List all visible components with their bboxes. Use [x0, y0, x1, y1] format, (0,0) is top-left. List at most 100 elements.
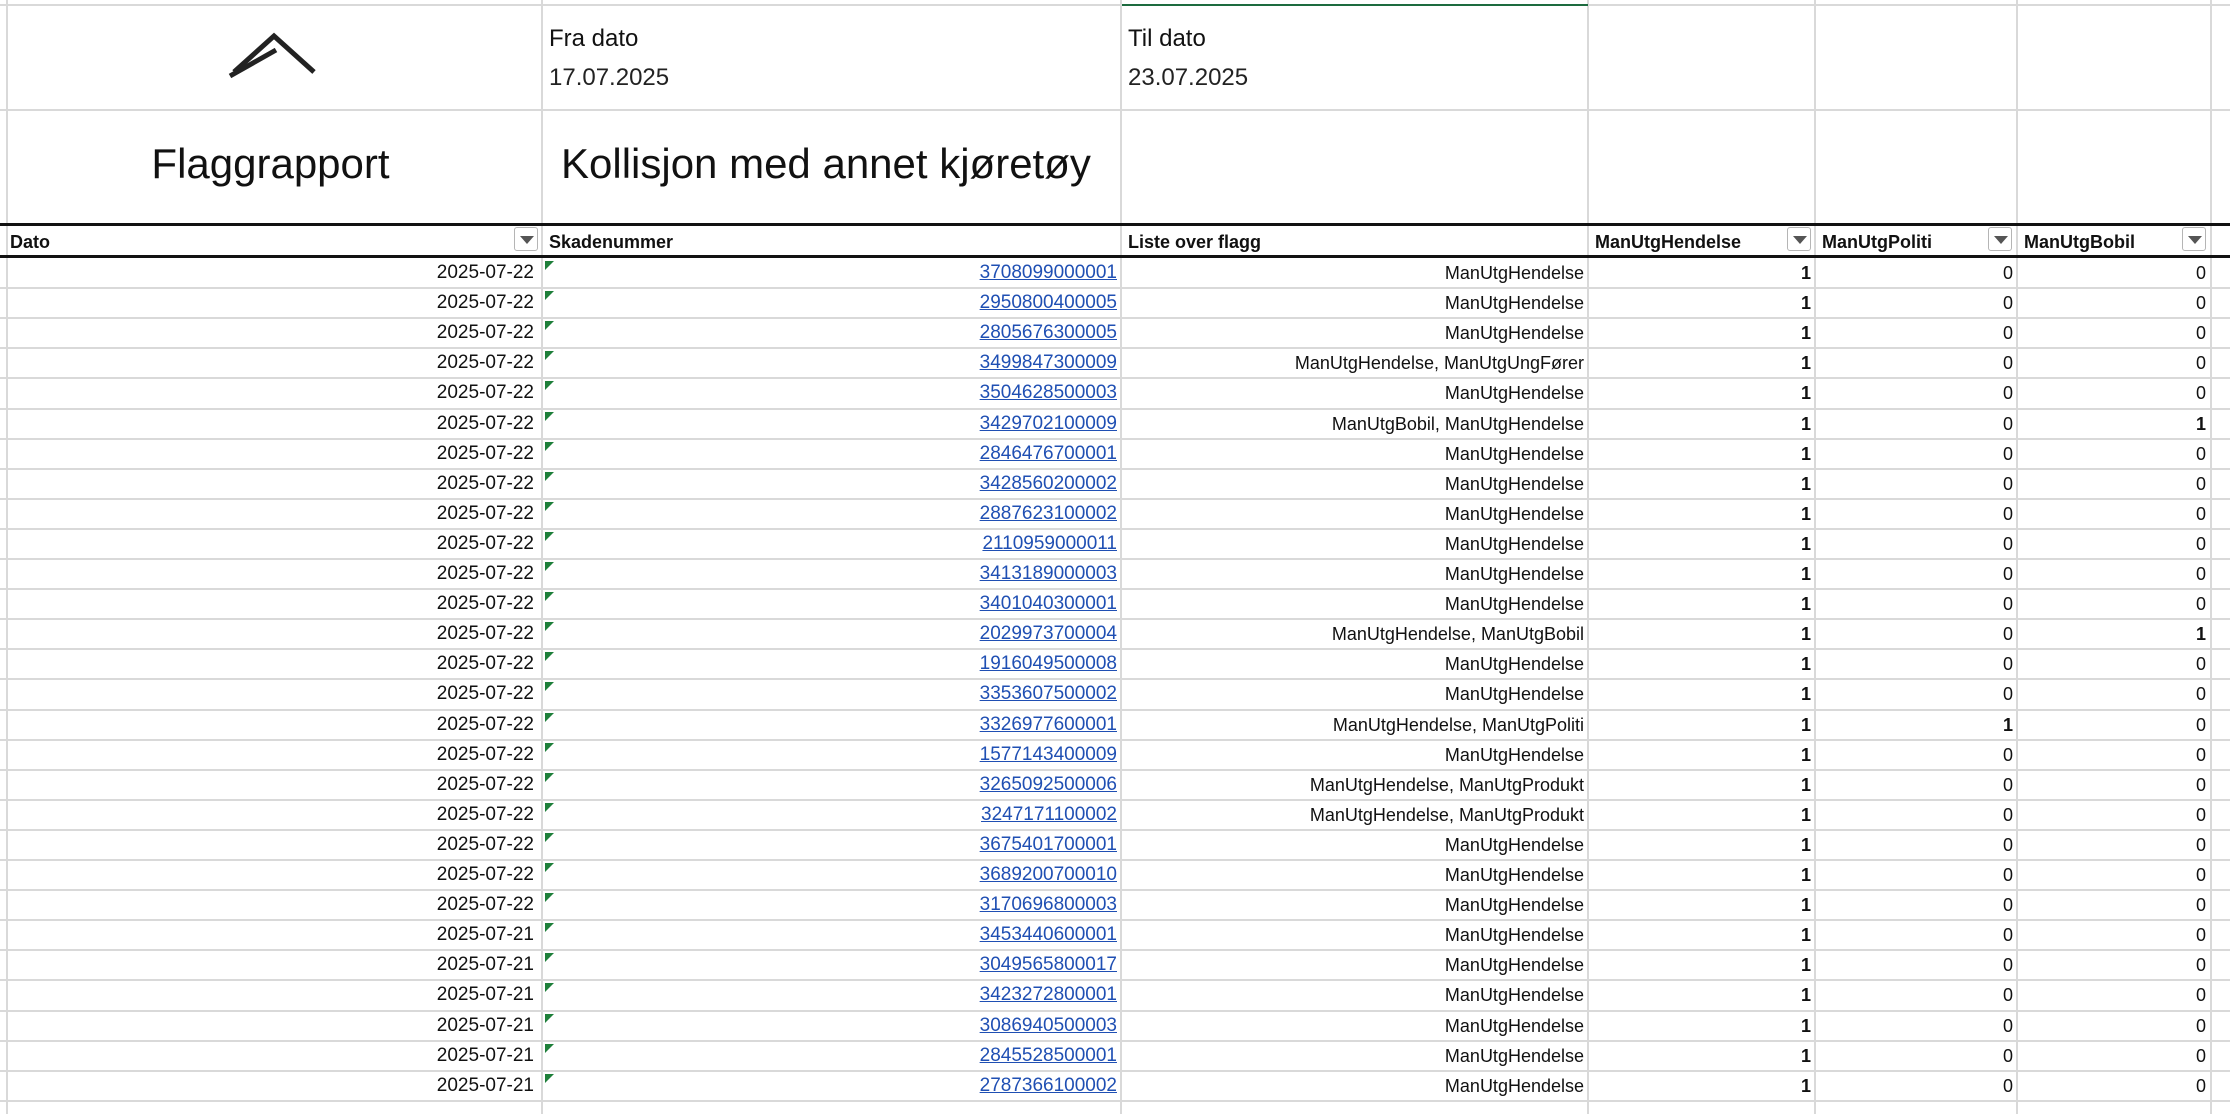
cell-manutgpoliti[interactable]: 0: [1816, 258, 2013, 288]
cell-date[interactable]: 2025-07-22: [0, 499, 538, 529]
cell-claim[interactable]: 3086940500003: [543, 1011, 1117, 1041]
cell-manutgbobil[interactable]: 0: [2018, 950, 2206, 980]
cell-manutgpoliti[interactable]: 0: [1816, 439, 2013, 469]
cell-flags[interactable]: ManUtgHendelse, ManUtgProdukt: [1122, 770, 1584, 800]
cell-claim[interactable]: 3675401700001: [543, 830, 1117, 860]
cell-date[interactable]: 2025-07-22: [0, 830, 538, 860]
column-header-skadenummer[interactable]: Skadenummer: [545, 229, 673, 255]
cell-manutgpoliti[interactable]: 0: [1816, 920, 2013, 950]
cell-manutgpoliti[interactable]: 0: [1816, 1011, 2013, 1041]
cell-date[interactable]: 2025-07-22: [0, 860, 538, 890]
claim-link[interactable]: 3049565800017: [980, 954, 1117, 975]
cell-claim[interactable]: 3247171100002: [543, 800, 1117, 830]
cell-claim[interactable]: 2805676300005: [543, 318, 1117, 348]
cell-manutghendelse[interactable]: 1: [1589, 710, 1811, 740]
cell-date[interactable]: 2025-07-21: [0, 1011, 538, 1041]
cell-claim[interactable]: 2029973700004: [543, 619, 1117, 649]
claim-link[interactable]: 2805676300005: [980, 322, 1117, 343]
cell-manutgbobil[interactable]: 0: [2018, 1011, 2206, 1041]
cell-flags[interactable]: ManUtgHendelse: [1122, 920, 1584, 950]
cell-manutgbobil[interactable]: 0: [2018, 770, 2206, 800]
cell-manutgbobil[interactable]: 0: [2018, 1071, 2206, 1101]
claim-link[interactable]: 2029973700004: [980, 623, 1117, 644]
cell-flags[interactable]: ManUtgHendelse: [1122, 1041, 1584, 1071]
claim-link[interactable]: 2787366100002: [980, 1075, 1117, 1096]
cell-flags[interactable]: ManUtgHendelse, ManUtgUngFører: [1122, 348, 1584, 378]
cell-flags[interactable]: ManUtgBobil, ManUtgHendelse: [1122, 409, 1584, 439]
claim-link[interactable]: 3413189000003: [980, 563, 1117, 584]
cell-date[interactable]: 2025-07-22: [0, 559, 538, 589]
cell-manutgbobil[interactable]: 0: [2018, 860, 2206, 890]
cell-manutghendelse[interactable]: 1: [1589, 1071, 1811, 1101]
cell-manutghendelse[interactable]: 1: [1589, 589, 1811, 619]
cell-claim[interactable]: 3401040300001: [543, 589, 1117, 619]
cell-date[interactable]: 2025-07-22: [0, 800, 538, 830]
claim-link[interactable]: 3453440600001: [980, 924, 1117, 945]
cell-manutgbobil[interactable]: 1: [2018, 409, 2206, 439]
cell-manutgbobil[interactable]: 0: [2018, 1041, 2206, 1071]
cell-flags[interactable]: ManUtgHendelse: [1122, 1071, 1584, 1101]
claim-link[interactable]: 1577143400009: [980, 744, 1117, 765]
claim-link[interactable]: 3247171100002: [981, 804, 1117, 825]
cell-claim[interactable]: 3504628500003: [543, 378, 1117, 408]
cell-manutghendelse[interactable]: 1: [1589, 559, 1811, 589]
cell-manutghendelse[interactable]: 1: [1589, 830, 1811, 860]
cell-claim[interactable]: 3265092500006: [543, 770, 1117, 800]
cell-date[interactable]: 2025-07-22: [0, 890, 538, 920]
cell-manutgpoliti[interactable]: 0: [1816, 318, 2013, 348]
claim-link[interactable]: 3499847300009: [980, 352, 1117, 373]
claim-link[interactable]: 3086940500003: [980, 1015, 1117, 1036]
claim-link[interactable]: 3675401700001: [980, 834, 1117, 855]
cell-flags[interactable]: ManUtgHendelse: [1122, 860, 1584, 890]
cell-manutghendelse[interactable]: 1: [1589, 980, 1811, 1010]
cell-manutgpoliti[interactable]: 0: [1816, 770, 2013, 800]
cell-manutghendelse[interactable]: 1: [1589, 619, 1811, 649]
cell-date[interactable]: 2025-07-21: [0, 950, 538, 980]
claim-link[interactable]: 1916049500008: [980, 653, 1117, 674]
cell-flags[interactable]: ManUtgHendelse: [1122, 288, 1584, 318]
claim-link[interactable]: 2846476700001: [980, 443, 1117, 464]
cell-claim[interactable]: 2110959000011: [543, 529, 1117, 559]
cell-manutgpoliti[interactable]: 0: [1816, 649, 2013, 679]
cell-date[interactable]: 2025-07-22: [0, 288, 538, 318]
cell-manutghendelse[interactable]: 1: [1589, 469, 1811, 499]
cell-date[interactable]: 2025-07-22: [0, 258, 538, 288]
claim-link[interactable]: 3708099000001: [980, 262, 1117, 283]
cell-claim[interactable]: 3353607500002: [543, 679, 1117, 709]
claim-link[interactable]: 3429702100009: [980, 413, 1117, 434]
cell-manutgpoliti[interactable]: 0: [1816, 378, 2013, 408]
cell-manutghendelse[interactable]: 1: [1589, 950, 1811, 980]
cell-flags[interactable]: ManUtgHendelse: [1122, 589, 1584, 619]
claim-link[interactable]: 2887623100002: [980, 503, 1117, 524]
cell-manutgpoliti[interactable]: 0: [1816, 890, 2013, 920]
cell-flags[interactable]: ManUtgHendelse: [1122, 740, 1584, 770]
claim-link[interactable]: 2950800400005: [980, 292, 1117, 313]
claim-link[interactable]: 3353607500002: [980, 683, 1117, 704]
cell-manutgbobil[interactable]: 0: [2018, 649, 2206, 679]
cell-manutghendelse[interactable]: 1: [1589, 860, 1811, 890]
cell-manutghendelse[interactable]: 1: [1589, 529, 1811, 559]
cell-manutgbobil[interactable]: 0: [2018, 288, 2206, 318]
spreadsheet-sheet[interactable]: Fra dato 17.07.2025 Til dato 23.07.2025 …: [0, 0, 2230, 1114]
cell-manutgbobil[interactable]: 0: [2018, 920, 2206, 950]
cell-date[interactable]: 2025-07-22: [0, 469, 538, 499]
cell-date[interactable]: 2025-07-21: [0, 920, 538, 950]
cell-manutgpoliti[interactable]: 0: [1816, 499, 2013, 529]
cell-claim[interactable]: 3423272800001: [543, 980, 1117, 1010]
claim-link[interactable]: 3428560200002: [980, 473, 1117, 494]
cell-claim[interactable]: 2846476700001: [543, 439, 1117, 469]
cell-manutgbobil[interactable]: 0: [2018, 740, 2206, 770]
cell-manutgbobil[interactable]: 0: [2018, 679, 2206, 709]
cell-manutgbobil[interactable]: 0: [2018, 529, 2206, 559]
cell-date[interactable]: 2025-07-22: [0, 409, 538, 439]
cell-date[interactable]: 2025-07-22: [0, 649, 538, 679]
cell-manutgpoliti[interactable]: 0: [1816, 830, 2013, 860]
cell-claim[interactable]: 2845528500001: [543, 1041, 1117, 1071]
cell-manutgpoliti[interactable]: 0: [1816, 529, 2013, 559]
cell-date[interactable]: 2025-07-22: [0, 770, 538, 800]
cell-claim[interactable]: 3326977600001: [543, 710, 1117, 740]
cell-manutghendelse[interactable]: 1: [1589, 318, 1811, 348]
cell-manutghendelse[interactable]: 1: [1589, 1011, 1811, 1041]
cell-flags[interactable]: ManUtgHendelse: [1122, 529, 1584, 559]
cell-claim[interactable]: 2950800400005: [543, 288, 1117, 318]
